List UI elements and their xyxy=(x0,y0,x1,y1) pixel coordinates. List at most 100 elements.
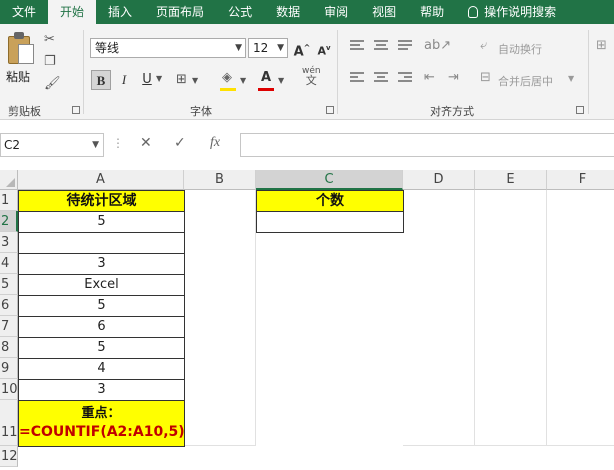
column-header-b[interactable]: B xyxy=(184,170,256,190)
tab-home[interactable]: 开始 xyxy=(48,0,97,24)
cell-a4[interactable]: 3 xyxy=(18,253,185,275)
row-header[interactable]: 9 xyxy=(0,358,18,379)
cancel-icon[interactable]: ✕ xyxy=(140,135,152,151)
row-header[interactable]: 2 xyxy=(0,211,18,232)
column-header-a[interactable]: A xyxy=(18,170,184,190)
chevron-down-icon: ▼ xyxy=(92,140,99,150)
bold-button[interactable]: B xyxy=(91,70,111,90)
number-format-icon[interactable]: ⊞ xyxy=(596,38,607,53)
chevron-down-icon[interactable]: ▼ xyxy=(278,76,284,85)
fill-color-swatch xyxy=(220,88,236,91)
tab-formulas[interactable]: 公式 xyxy=(216,0,264,24)
column-header-c[interactable]: C xyxy=(256,170,403,190)
font-size-select[interactable]: 12 ▼ xyxy=(248,38,288,58)
column-f-cells[interactable] xyxy=(547,190,614,446)
underline-button[interactable]: U xyxy=(137,70,157,90)
clipboard-launcher-icon[interactable] xyxy=(72,106,80,114)
ribbon-home: 粘贴 ✂ ❐ 🖌 剪贴板 等线 ▼ 12 ▼ A^ Av B I U ▼ ⊞ ▼ ◈… xyxy=(0,24,614,120)
clipboard-group-label: 剪贴板 xyxy=(8,105,41,118)
row-header[interactable]: 5 xyxy=(0,274,18,295)
formula-input[interactable] xyxy=(240,133,614,157)
row-header[interactable]: 11 xyxy=(0,400,18,446)
cell-a10[interactable]: 3 xyxy=(18,379,185,401)
tab-insert[interactable]: 插入 xyxy=(96,0,144,24)
column-header-e[interactable]: E xyxy=(475,170,547,190)
note-formula: =COUNTIF(A2:A10,5) xyxy=(19,424,185,440)
cell-a9[interactable]: 4 xyxy=(18,358,185,380)
tell-me-search[interactable]: 操作说明搜索 xyxy=(456,0,568,24)
cell-a8[interactable]: 5 xyxy=(18,337,185,359)
row-header[interactable]: 12 xyxy=(0,446,18,467)
tab-data[interactable]: 数据 xyxy=(264,0,312,24)
row-header[interactable]: 4 xyxy=(0,253,18,274)
row-header[interactable]: 3 xyxy=(0,232,18,253)
cell-a5[interactable]: Excel xyxy=(18,274,185,296)
column-b-cells[interactable] xyxy=(184,190,256,446)
chevron-down-icon: ▼ xyxy=(277,43,284,53)
align-top-icon[interactable] xyxy=(350,40,364,52)
align-left-icon[interactable] xyxy=(350,72,364,84)
cell-a1[interactable]: 待统计区域 xyxy=(18,190,185,212)
row-header[interactable]: 1 xyxy=(0,190,18,211)
paste-icon[interactable] xyxy=(8,32,36,66)
cell-a6[interactable]: 5 xyxy=(18,295,185,317)
orientation-icon[interactable]: ab↗ xyxy=(424,38,451,53)
select-all-corner[interactable] xyxy=(0,170,18,190)
drag-handle-icon[interactable]: ⋮ xyxy=(112,136,124,150)
chevron-down-icon[interactable]: ▼ xyxy=(568,74,574,83)
font-name-select[interactable]: 等线 ▼ xyxy=(90,38,246,58)
font-color-swatch xyxy=(258,88,274,91)
italic-button[interactable]: I xyxy=(114,70,134,90)
group-divider xyxy=(588,30,589,114)
row-header[interactable]: 10 xyxy=(0,379,18,400)
row-header[interactable]: 8 xyxy=(0,337,18,358)
column-header-d[interactable]: D xyxy=(403,170,475,190)
wrap-text-icon[interactable]: ⤶ xyxy=(480,38,487,53)
copy-icon[interactable]: ❐ xyxy=(44,54,56,69)
merge-center-label[interactable]: 合并后居中 xyxy=(498,73,553,89)
row-header[interactable]: 7 xyxy=(0,316,18,337)
font-launcher-icon[interactable] xyxy=(326,106,334,114)
format-painter-icon[interactable]: 🖌 xyxy=(44,76,61,91)
paste-button-label[interactable]: 粘贴 xyxy=(6,68,30,85)
tab-review[interactable]: 审阅 xyxy=(312,0,360,24)
tab-page-layout[interactable]: 页面布局 xyxy=(144,0,216,24)
cell-c1[interactable]: 个数 xyxy=(256,190,404,212)
tab-view[interactable]: 视图 xyxy=(360,0,408,24)
fill-color-icon[interactable]: ◈ xyxy=(222,70,232,85)
alignment-launcher-icon[interactable] xyxy=(576,106,584,114)
formula-bar: C2 ▼ ⋮ ✕ ✓ fx xyxy=(0,126,614,164)
chevron-down-icon[interactable]: ▼ xyxy=(240,76,246,85)
cell-c2[interactable] xyxy=(256,211,404,233)
wrap-text-label[interactable]: 自动换行 xyxy=(498,41,542,57)
cell-a3[interactable] xyxy=(18,232,185,254)
tab-file[interactable]: 文件 xyxy=(0,0,48,24)
align-right-icon[interactable] xyxy=(398,72,412,84)
align-bottom-icon[interactable] xyxy=(398,40,412,52)
merge-center-icon[interactable]: ⊟ xyxy=(480,70,491,85)
increase-font-icon[interactable]: A^ xyxy=(292,38,312,59)
decrease-indent-icon[interactable]: ⇤ xyxy=(424,70,435,85)
tab-help[interactable]: 帮助 xyxy=(408,0,456,24)
name-box[interactable]: C2 ▼ xyxy=(0,133,104,157)
cell-a7[interactable]: 6 xyxy=(18,316,185,338)
tell-me-label: 操作说明搜索 xyxy=(484,5,557,19)
row-header[interactable]: 6 xyxy=(0,295,18,316)
chevron-down-icon[interactable]: ▼ xyxy=(192,76,198,85)
column-e-cells[interactable] xyxy=(475,190,547,446)
align-center-icon[interactable] xyxy=(374,72,388,84)
insert-function-icon[interactable]: fx xyxy=(210,135,220,151)
chevron-down-icon[interactable]: ▼ xyxy=(156,74,162,83)
confirm-icon[interactable]: ✓ xyxy=(174,135,186,151)
cut-icon[interactable]: ✂ xyxy=(44,32,55,47)
phonetic-icon[interactable]: wén 文 xyxy=(302,66,321,87)
column-d-cells[interactable] xyxy=(403,190,475,446)
align-middle-icon[interactable] xyxy=(374,40,388,52)
increase-indent-icon[interactable]: ⇥ xyxy=(448,70,459,85)
borders-icon[interactable]: ⊞ xyxy=(176,72,187,87)
decrease-font-icon[interactable]: Av xyxy=(314,38,334,58)
cell-a2[interactable]: 5 xyxy=(18,211,185,233)
column-header-f[interactable]: F xyxy=(547,170,614,190)
font-name-value: 等线 xyxy=(95,41,120,55)
font-color-icon[interactable]: A xyxy=(256,68,276,88)
